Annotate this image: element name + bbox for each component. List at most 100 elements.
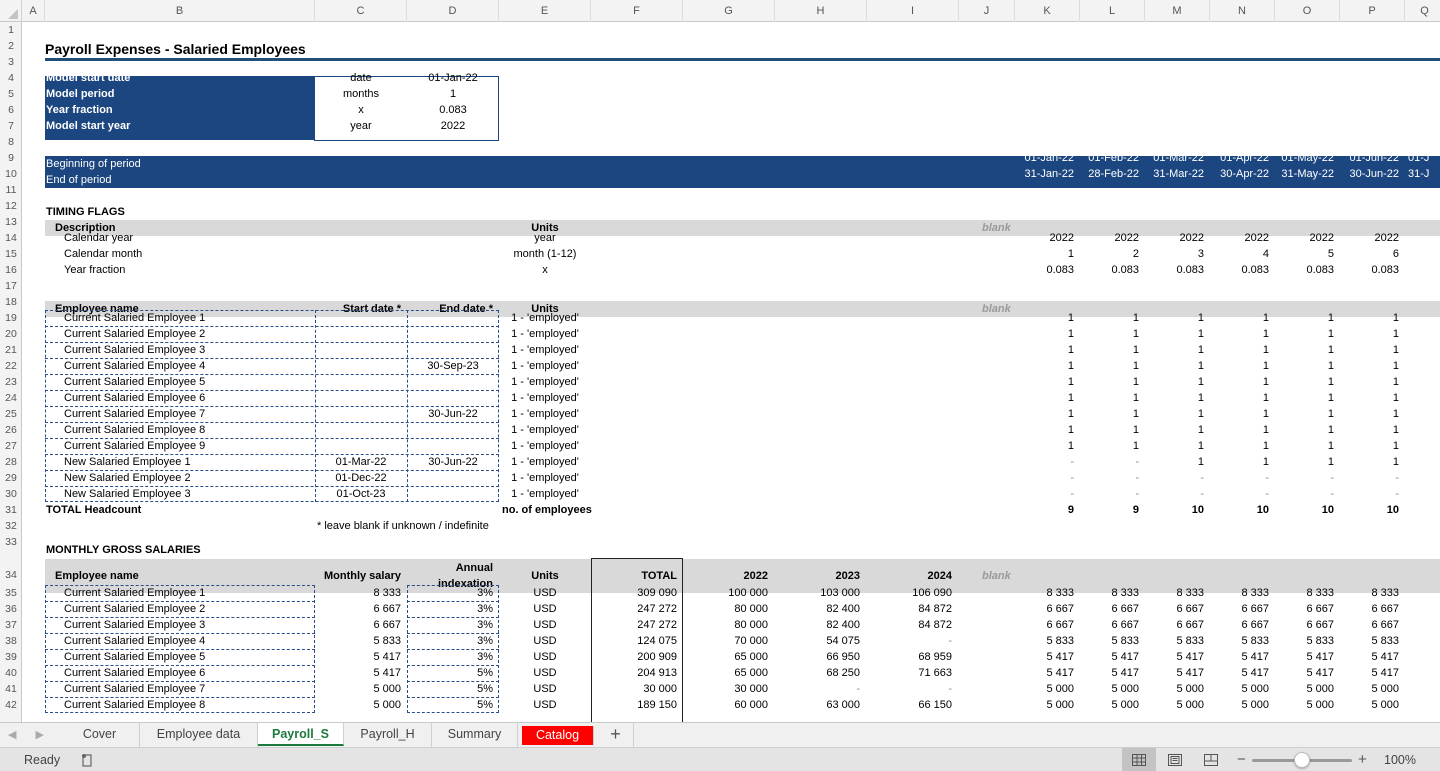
employee-start-date[interactable]: 01-Dec-22 — [315, 470, 407, 486]
employee-name[interactable]: Current Salaried Employee 7 — [64, 406, 312, 422]
employee-end-date[interactable]: 30-Jun-22 — [407, 454, 499, 470]
employee-start-date[interactable] — [315, 390, 407, 406]
row-header-5[interactable]: 5 — [0, 86, 22, 102]
monthly-salary[interactable]: 8 333 — [315, 585, 407, 601]
row-header-4[interactable]: 4 — [0, 70, 22, 86]
employee-start-date[interactable] — [315, 422, 407, 438]
column-header-h[interactable]: H — [775, 0, 867, 22]
row-header-40[interactable]: 40 — [0, 665, 22, 681]
employee-start-date[interactable] — [315, 342, 407, 358]
employee-name[interactable]: New Salaried Employee 3 — [64, 486, 312, 502]
row-header-23[interactable]: 23 — [0, 374, 22, 390]
employee-end-date[interactable] — [407, 390, 499, 406]
employee-start-date[interactable]: 01-Oct-23 — [315, 486, 407, 502]
row-header-16[interactable]: 16 — [0, 262, 22, 278]
row-header-37[interactable]: 37 — [0, 617, 22, 633]
model-param-value[interactable]: 2022 — [407, 118, 499, 134]
salary-employee-name[interactable]: Current Salaried Employee 8 — [64, 697, 312, 713]
row-header-32[interactable]: 32 — [0, 518, 22, 534]
employee-name[interactable]: Current Salaried Employee 1 — [64, 310, 312, 326]
model-param-value[interactable]: 01-Jan-22 — [407, 70, 499, 86]
employee-end-date[interactable] — [407, 470, 499, 486]
row-header-33[interactable]: 33 — [0, 534, 22, 550]
zoom-out-button[interactable]: − — [1237, 748, 1246, 771]
salary-employee-name[interactable]: Current Salaried Employee 2 — [64, 601, 312, 617]
column-header-e[interactable]: E — [499, 0, 591, 22]
employee-end-date[interactable]: 30-Sep-23 — [407, 358, 499, 374]
sheet-tab-summary[interactable]: Summary — [432, 723, 518, 747]
row-header-25[interactable]: 25 — [0, 406, 22, 422]
row-header-31[interactable]: 31 — [0, 502, 22, 518]
sheet-tab-cover[interactable]: Cover — [60, 723, 140, 747]
employee-end-date[interactable] — [407, 310, 499, 326]
employee-name[interactable]: New Salaried Employee 2 — [64, 470, 312, 486]
employee-name[interactable]: Current Salaried Employee 8 — [64, 422, 312, 438]
salary-employee-name[interactable]: Current Salaried Employee 7 — [64, 681, 312, 697]
employee-end-date[interactable] — [407, 438, 499, 454]
row-header-35[interactable]: 35 — [0, 585, 22, 601]
row-header-34[interactable]: 34 — [0, 550, 22, 585]
column-header-f[interactable]: F — [591, 0, 683, 22]
salary-employee-name[interactable]: Current Salaried Employee 3 — [64, 617, 312, 633]
zoom-in-button[interactable]: + — [1358, 748, 1367, 771]
row-header-11[interactable]: 11 — [0, 182, 22, 198]
employee-name[interactable]: Current Salaried Employee 4 — [64, 358, 312, 374]
row-header-12[interactable]: 12 — [0, 198, 22, 214]
row-header-26[interactable]: 26 — [0, 422, 22, 438]
employee-start-date[interactable] — [315, 358, 407, 374]
row-header-38[interactable]: 38 — [0, 633, 22, 649]
row-header-2[interactable]: 2 — [0, 38, 22, 54]
column-header-p[interactable]: P — [1340, 0, 1405, 22]
monthly-salary[interactable]: 5 000 — [315, 697, 407, 713]
annual-indexation[interactable]: 3% — [407, 649, 499, 665]
employee-name[interactable]: Current Salaried Employee 2 — [64, 326, 312, 342]
row-header-10[interactable]: 10 — [0, 166, 22, 182]
row-header-21[interactable]: 21 — [0, 342, 22, 358]
row-header-18[interactable]: 18 — [0, 294, 22, 310]
salary-employee-name[interactable]: Current Salaried Employee 4 — [64, 633, 312, 649]
monthly-salary[interactable]: 6 667 — [315, 617, 407, 633]
employee-start-date[interactable] — [315, 374, 407, 390]
row-header-20[interactable]: 20 — [0, 326, 22, 342]
row-header-42[interactable]: 42 — [0, 697, 22, 713]
row-header-36[interactable]: 36 — [0, 601, 22, 617]
annual-indexation[interactable]: 3% — [407, 633, 499, 649]
annual-indexation[interactable]: 5% — [407, 697, 499, 713]
column-header-o[interactable]: O — [1275, 0, 1340, 22]
annual-indexation[interactable]: 3% — [407, 601, 499, 617]
employee-start-date[interactable] — [315, 310, 407, 326]
salary-employee-name[interactable]: Current Salaried Employee 6 — [64, 665, 312, 681]
column-header-q[interactable]: Q — [1405, 0, 1440, 22]
annual-indexation[interactable]: 3% — [407, 585, 499, 601]
column-header-a[interactable]: A — [22, 0, 45, 22]
column-header-l[interactable]: L — [1080, 0, 1145, 22]
column-header-k[interactable]: K — [1015, 0, 1080, 22]
column-header-n[interactable]: N — [1210, 0, 1275, 22]
employee-start-date[interactable] — [315, 326, 407, 342]
page-layout-view-button[interactable] — [1158, 748, 1192, 771]
row-header-24[interactable]: 24 — [0, 390, 22, 406]
employee-end-date[interactable]: 30-Jun-22 — [407, 406, 499, 422]
column-header-m[interactable]: M — [1145, 0, 1210, 22]
monthly-salary[interactable]: 6 667 — [315, 601, 407, 617]
monthly-salary[interactable]: 5 417 — [315, 665, 407, 681]
employee-name[interactable]: New Salaried Employee 1 — [64, 454, 312, 470]
row-header-7[interactable]: 7 — [0, 118, 22, 134]
row-header-29[interactable]: 29 — [0, 470, 22, 486]
row-header-14[interactable]: 14 — [0, 230, 22, 246]
annual-indexation[interactable]: 5% — [407, 665, 499, 681]
employee-name[interactable]: Current Salaried Employee 5 — [64, 374, 312, 390]
sheet-tab-catalog[interactable]: Catalog — [522, 726, 594, 745]
sheet-tab-payroll-s[interactable]: Payroll_S — [258, 723, 344, 746]
column-header-g[interactable]: G — [683, 0, 775, 22]
monthly-salary[interactable]: 5 833 — [315, 633, 407, 649]
employee-end-date[interactable] — [407, 422, 499, 438]
row-header-1[interactable]: 1 — [0, 22, 22, 38]
employee-end-date[interactable] — [407, 374, 499, 390]
row-header-39[interactable]: 39 — [0, 649, 22, 665]
page-break-view-button[interactable] — [1194, 748, 1228, 771]
model-param-value[interactable]: 0.083 — [407, 102, 499, 118]
normal-view-button[interactable] — [1122, 748, 1156, 771]
column-header-j[interactable]: J — [959, 0, 1015, 22]
row-header-17[interactable]: 17 — [0, 278, 22, 294]
